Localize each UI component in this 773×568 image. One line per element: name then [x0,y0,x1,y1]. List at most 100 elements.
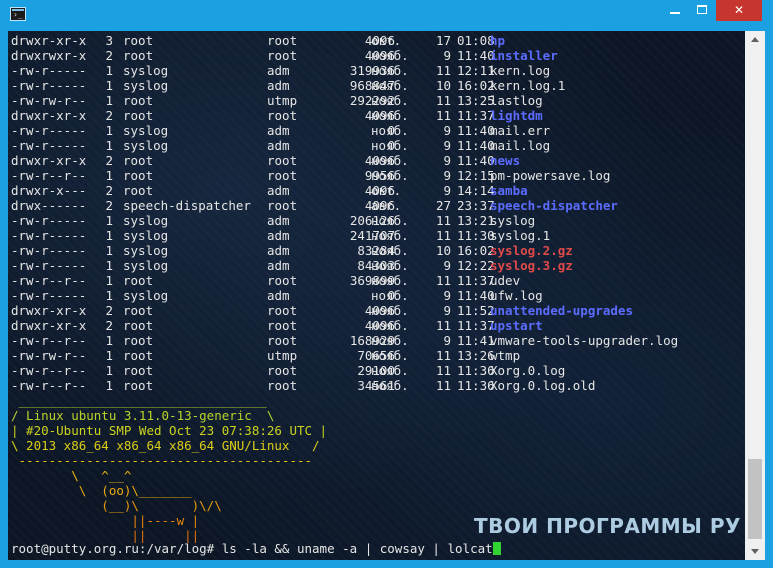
listing-name: Xorg.0.log.old [490,378,596,393]
listing-time: 14:14 [457,183,495,198]
listing-month: нояб. [371,78,409,93]
listing-time: 16:02 [457,78,495,93]
listing-day: 10 [435,243,451,258]
close-icon: ✕ [733,3,745,17]
listing-links: 1 [105,138,113,153]
listing-group: root [267,363,298,378]
listing-perm: drwxr-xr-x [11,33,87,48]
listing-month: нояб. [371,153,409,168]
listing-name: ufw.log [490,288,543,303]
listing-group: root [267,48,298,63]
window-frame-bottom [0,560,773,568]
listing-month: нояб. [371,228,409,243]
listing-month: окт. [371,183,402,198]
listing-name: syslog.3.gz [490,258,573,273]
listing-day: 9 [443,168,451,183]
listing-time: 23:37 [457,198,495,213]
listing-owner: root [123,153,154,168]
listing-day: 11 [435,318,451,333]
listing-group: adm [267,138,290,153]
listing-perm: -rw-r--r-- [11,333,87,348]
close-button[interactable]: ✕ [716,0,762,21]
putty-window: ✕ drwxr-xr-x3rootroot4096окт.1701:08hpdr… [0,0,773,568]
listing-group: utmp [267,348,298,363]
listing-group: root [267,333,298,348]
listing-month: нояб. [371,243,409,258]
listing-links: 2 [105,108,113,123]
listing-time: 11:36 [457,363,495,378]
listing-time: 11:40 [457,48,495,63]
listing-owner: syslog [123,138,169,153]
listing-group: adm [267,123,290,138]
listing-group: root [267,108,298,123]
listing-day: 9 [443,138,451,153]
vertical-scrollbar[interactable] [745,31,765,560]
listing-links: 1 [105,363,113,378]
listing-links: 1 [105,243,113,258]
listing-time: 11:37 [457,318,495,333]
listing-group: root [267,33,298,48]
listing-owner: syslog [123,123,169,138]
listing-links: 1 [105,348,113,363]
scrollbar-thumb[interactable] [748,459,762,539]
listing-perm: -rw-rw-r-- [11,348,87,363]
prompt-text: root@putty.org.ru:/var/log# ls -la && un… [11,541,493,556]
listing-month: нояб. [371,123,409,138]
listing-month: нояб. [371,348,409,363]
listing-day: 9 [443,48,451,63]
listing-name: pm-powersave.log [490,168,611,183]
listing-owner: root [123,318,154,333]
listing-day: 27 [435,198,451,213]
listing-time: 11:40 [457,123,495,138]
listing-perm: -rw-r--r-- [11,378,87,393]
listing-time: 11:30 [457,228,495,243]
listing-name: kern.log [490,63,551,78]
cowsay-line: ||----w | [11,513,200,528]
scroll-up-arrow-icon[interactable] [745,31,765,48]
listing-links: 1 [105,168,113,183]
minimize-button[interactable] [662,0,689,21]
listing-time: 11:40 [457,138,495,153]
listing-time: 11:36 [457,378,495,393]
maximize-button[interactable] [689,0,716,21]
listing-day: 9 [443,333,451,348]
title-bar[interactable]: ✕ [0,0,773,30]
listing-perm: -rw-rw-r-- [11,93,87,108]
listing-time: 13:26 [457,348,495,363]
listing-perm: -rw-r----- [11,213,87,228]
listing-group: root [267,273,298,288]
listing-group: root [267,168,298,183]
listing-month: нояб. [371,93,409,108]
listing-perm: drwxr-x--- [11,183,87,198]
listing-perm: drwx------ [11,198,87,213]
listing-time: 12:11 [457,63,495,78]
listing-group: adm [267,258,290,273]
listing-month: нояб. [371,213,409,228]
listing-links: 1 [105,378,113,393]
listing-name: samba [490,183,528,198]
listing-group: root [267,303,298,318]
listing-month: авг. [371,198,402,213]
listing-time: 12:22 [457,258,495,273]
listing-links: 2 [105,198,113,213]
listing-perm: -rw-r----- [11,138,87,153]
listing-owner: syslog [123,258,169,273]
terminal-output[interactable]: drwxr-xr-x 3 root root 4096 окт. 17 01:08 hp drwx… [8,31,745,560]
listing-group: root [267,318,298,333]
listing-day: 11 [435,93,451,108]
listing-name: udev [490,273,521,288]
listing-perm: -rw-r----- [11,228,87,243]
listing-name: upstart [490,318,543,333]
listing-name: kern.log.1 [490,78,566,93]
listing-month: нояб. [371,258,409,273]
command-prompt-line[interactable]: root@putty.org.ru:/var/log# ls -la && un… [11,541,501,556]
cowsay-line: \ 2013 x86_64 x86_64 x86_64 GNU/Linux / [11,438,320,453]
listing-day: 11 [435,273,451,288]
listing-name: mail.err [490,123,551,138]
listing-perm: -rw-r--r-- [11,273,87,288]
putty-app-icon[interactable] [10,7,26,21]
listing-day: 10 [435,78,451,93]
listing-perm: -rw-r----- [11,288,87,303]
scroll-down-arrow-icon[interactable] [745,543,765,560]
listing-links: 2 [105,48,113,63]
